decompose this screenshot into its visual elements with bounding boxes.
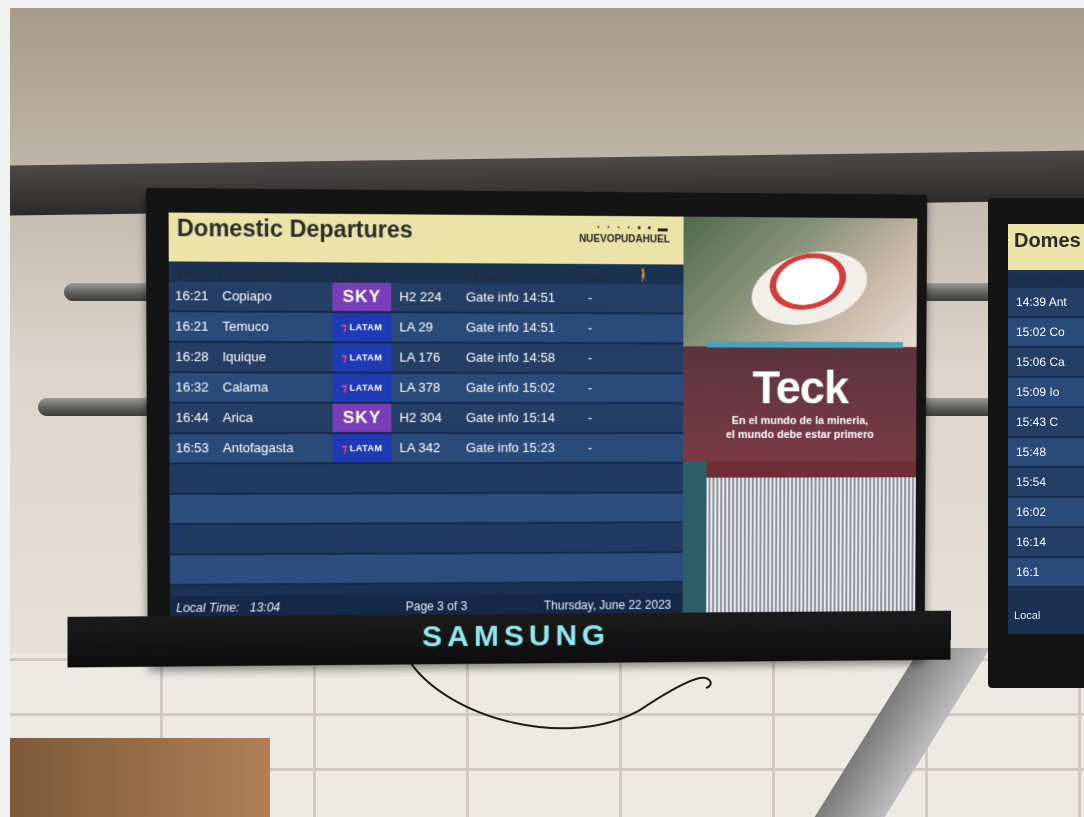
- photo-background: Domestic Departures · · · · • • ▬ NUEVOP…: [10, 8, 1084, 817]
- flight-time: 16:21: [175, 318, 209, 334]
- ad-tagline: En el mundo de la mineria, el mundo debe…: [689, 414, 910, 442]
- airline-logo-latam: LATAM: [332, 312, 392, 342]
- board-date: Thursday, June 22 2023: [543, 597, 672, 613]
- airline-logo-latam: LATAM: [332, 373, 392, 402]
- second-board-row: 15:43 C: [1008, 408, 1084, 438]
- flight-gate: -: [587, 410, 593, 426]
- ad-loom-threads: [682, 461, 916, 617]
- empty-row: [169, 493, 683, 526]
- second-board-row: 15:02 Co: [1008, 318, 1084, 348]
- flight-time: 16:53: [175, 440, 209, 456]
- flight-row: 16:21 Copiapo SKY H2 224 Gate info 14:51…: [168, 281, 684, 315]
- wood-panel: [10, 738, 270, 817]
- flight-time: 16:32: [175, 379, 209, 395]
- airport-logo-mark: · · · · • • ▬: [597, 222, 670, 235]
- flight-remarks: Gate info 14:51: [465, 319, 555, 335]
- second-board-row: 16:14: [1008, 528, 1084, 558]
- teck-advertisement: Teck En el mundo de la mineria, el mundo…: [682, 216, 918, 617]
- flight-row: 16:44 Arica SKY H2 304 Gate info 15:14 -: [169, 403, 684, 435]
- airline-logo-sky: SKY: [332, 403, 392, 433]
- airport-logo: · · · · • • ▬ NUEVOPUDAHUEL: [579, 222, 670, 246]
- flight-rows: 16:21 Copiapo SKY H2 224 Gate info 14:51…: [168, 281, 684, 586]
- second-board-row: 15:54: [1008, 468, 1084, 498]
- flight-remarks: Gate info 14:58: [465, 349, 555, 365]
- flight-number: LA 378: [399, 379, 441, 395]
- walking-person-icon: 🚶: [635, 267, 652, 283]
- flight-gate: -: [587, 350, 593, 366]
- flight-destination: Temuco: [222, 318, 269, 334]
- flight-gate: -: [587, 380, 593, 396]
- flight-destination: Iquique: [222, 349, 267, 365]
- second-board-row: 16:1: [1008, 558, 1084, 588]
- ad-loom-frame: [682, 461, 916, 478]
- second-board-row: 16:02: [1008, 498, 1084, 528]
- airline-logo-latam: LATAM: [332, 343, 392, 372]
- second-board-title: Domes: [1014, 230, 1081, 252]
- flight-remarks: Gate info 14:51: [465, 289, 556, 305]
- local-time-label: Local Time:: [176, 600, 240, 616]
- power-cable: [410, 661, 712, 730]
- second-board-row: 15:06 Ca: [1008, 348, 1084, 378]
- flight-number: H2 224: [399, 289, 442, 305]
- flight-row: 16:32 Calama LATAM LA 378 Gate info 15:0…: [169, 373, 684, 405]
- second-board-row: 15:48: [1008, 438, 1084, 468]
- second-monitor: Domes Time Dest 14:39 Ant 15:02 Co 15:06…: [988, 198, 1084, 688]
- flight-remarks: Gate info 15:23: [465, 439, 555, 456]
- second-screen: Domes Time Dest 14:39 Ant 15:02 Co 15:06…: [1008, 224, 1084, 634]
- flight-destination: Copiapo: [222, 288, 272, 304]
- airline-logo-sky: SKY: [332, 282, 392, 312]
- board-header: Domestic Departures · · · · • • ▬ NUEVOP…: [168, 212, 684, 284]
- empty-row: [169, 553, 683, 586]
- flight-row: 16:21 Temuco LATAM LA 29 Gate info 14:51…: [168, 312, 684, 345]
- col-flight: Flight: [334, 268, 365, 283]
- flight-time: 16:21: [175, 287, 209, 304]
- ad-loom-bar: [706, 341, 904, 349]
- flight-destination: Arica: [222, 409, 253, 425]
- flight-destination: Antofagasta: [222, 440, 294, 456]
- flight-gate: -: [588, 290, 593, 306]
- local-time: 13:04: [249, 600, 281, 615]
- empty-row: [169, 523, 683, 556]
- flight-number: LA 342: [399, 440, 441, 456]
- col-time: Time: [177, 267, 205, 282]
- board-title: Domestic Departures: [176, 214, 413, 243]
- departures-monitor: Domestic Departures · · · · • • ▬ NUEVOP…: [67, 187, 951, 668]
- flight-time: 16:28: [175, 348, 209, 365]
- flight-destination: Calama: [222, 379, 269, 395]
- ad-brand-logo: Teck: [752, 361, 849, 414]
- col-destination: Destination: [218, 267, 280, 283]
- page-indicator: Page 3 of 3: [405, 599, 468, 614]
- flight-gate: -: [587, 320, 593, 336]
- flight-remarks: Gate info 15:14: [465, 409, 555, 426]
- ad-tagline-line1: En el mundo de la mineria,: [731, 415, 869, 427]
- monitor-screen: Domestic Departures · · · · • • ▬ NUEVOP…: [168, 212, 918, 621]
- ad-loom-edge: [682, 461, 707, 617]
- flight-number: LA 176: [399, 349, 441, 365]
- flight-row: 16:53 Antofagasta LATAM LA 342 Gate info…: [169, 433, 684, 465]
- airport-logo-text: NUEVOPUDAHUEL: [579, 233, 670, 246]
- monitor-brand: SAMSUNG: [422, 619, 611, 654]
- monitor-bezel: SAMSUNG: [67, 610, 951, 668]
- col-remarks: Remarks: [463, 269, 513, 284]
- airline-logo-latam: LATAM: [332, 434, 392, 463]
- second-board-row: 15:09 Io: [1008, 378, 1084, 408]
- second-board-row: 14:39 Ant: [1008, 288, 1084, 318]
- departures-board: Domestic Departures · · · · • • ▬ NUEVOP…: [168, 212, 684, 621]
- second-board-rows: 14:39 Ant 15:02 Co 15:06 Ca 15:09 Io 15:…: [1008, 288, 1084, 588]
- flight-number: H2 304: [399, 409, 442, 425]
- flight-row: 16:28 Iquique LATAM LA 176 Gate info 14:…: [169, 342, 684, 375]
- second-board-footer: Local: [1014, 610, 1041, 622]
- flight-gate: -: [587, 439, 593, 455]
- flight-number: LA 29: [399, 319, 433, 335]
- flight-remarks: Gate info 15:02: [465, 379, 555, 396]
- empty-row: [169, 463, 683, 495]
- col-gate: Gate: [584, 269, 611, 285]
- second-board-columns: Time Dest: [1014, 274, 1064, 286]
- flight-time: 16:44: [175, 409, 209, 425]
- ad-tagline-line2: el mundo debe estar primero: [725, 428, 874, 441]
- second-board-header: Domes: [1008, 224, 1084, 270]
